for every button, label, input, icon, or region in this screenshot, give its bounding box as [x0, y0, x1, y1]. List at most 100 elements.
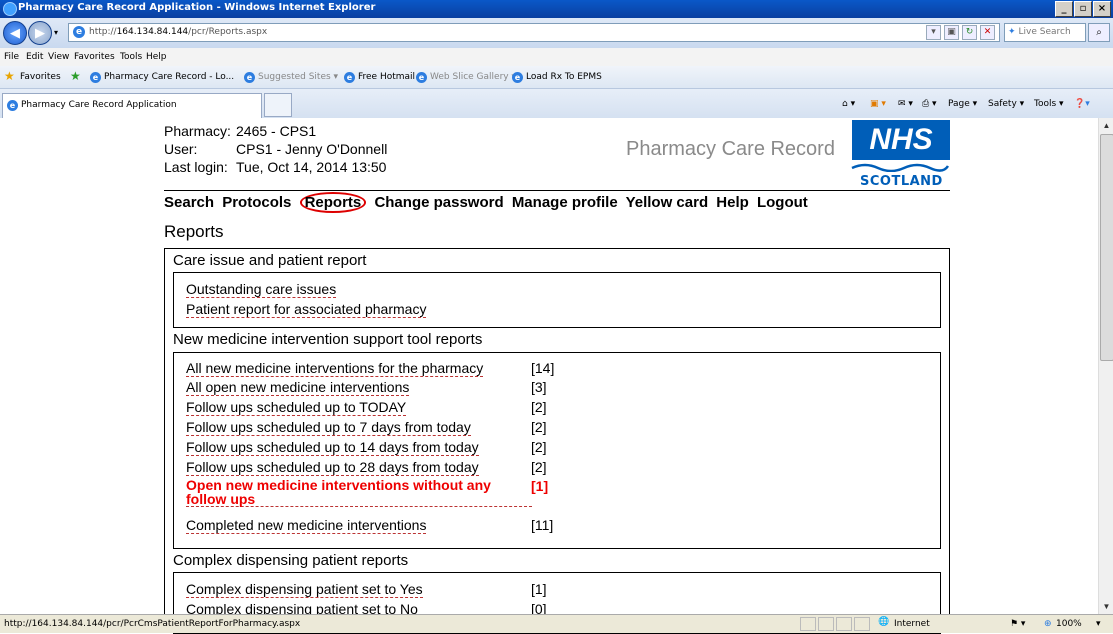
- user-label: User:: [164, 141, 198, 157]
- fav-load-rx[interactable]: e Load Rx To EPMS: [512, 72, 602, 83]
- ie-page-icon: e: [416, 72, 427, 83]
- status-zone: Internet: [894, 619, 930, 629]
- nhs-logo: NHS: [852, 120, 950, 160]
- nav-logout[interactable]: Logout: [757, 194, 808, 211]
- tools-menu[interactable]: Tools ▾: [1034, 99, 1064, 109]
- nav-yellow-card[interactable]: Yellow card: [626, 194, 709, 211]
- count-followups-today: [2]: [531, 399, 547, 415]
- zoom-level[interactable]: 100%: [1056, 619, 1082, 629]
- refresh-icon[interactable]: ↻: [962, 25, 977, 40]
- mail-icon[interactable]: ✉ ▾: [898, 99, 913, 109]
- user-value: CPS1 - Jenny O'Donnell: [236, 141, 388, 157]
- ie-app-icon: [3, 2, 17, 16]
- scroll-thumb[interactable]: [1100, 134, 1113, 361]
- menu-file[interactable]: File: [4, 52, 19, 62]
- last-login-label: Last login:: [164, 159, 228, 175]
- new-tab-button[interactable]: [264, 93, 292, 117]
- print-icon[interactable]: ⎙ ▾: [922, 99, 937, 109]
- pharmacy-label: Pharmacy:: [164, 123, 231, 139]
- link-followups-14-days[interactable]: Follow ups scheduled up to 14 days from …: [186, 439, 479, 456]
- window-title-bar: Pharmacy Care Record Application - Windo…: [0, 0, 1113, 18]
- count-all-nmi-pharmacy: [14]: [531, 360, 555, 376]
- menu-view[interactable]: View: [48, 52, 69, 62]
- search-button[interactable]: ⌕: [1088, 23, 1110, 42]
- back-button[interactable]: ◀: [3, 21, 27, 45]
- link-all-open-nmi[interactable]: All open new medicine interventions: [186, 379, 410, 396]
- nav-protocols[interactable]: Protocols: [222, 194, 291, 211]
- nav-change-password[interactable]: Change password: [374, 194, 503, 211]
- vertical-scrollbar[interactable]: ▲ ▼: [1098, 118, 1113, 614]
- menu-edit[interactable]: Edit: [26, 52, 43, 62]
- forward-button[interactable]: ▶: [28, 21, 52, 45]
- page-title: Reports: [164, 222, 224, 241]
- zoom-dropdown-icon[interactable]: ▾: [1096, 619, 1101, 629]
- count-followups-14-days: [2]: [531, 439, 547, 455]
- safety-menu[interactable]: Safety ▾: [988, 99, 1024, 109]
- nhs-logo-subtitle: SCOTLAND: [860, 174, 943, 189]
- header-divider: [164, 190, 950, 191]
- count-completed-nmi: [11]: [531, 517, 554, 533]
- nav-manage-profile[interactable]: Manage profile: [512, 194, 618, 211]
- address-host: 164.134.84.144: [116, 27, 189, 37]
- link-open-nmi-no-followups-line2: follow ups: [186, 491, 256, 507]
- live-search-input[interactable]: ✦ Live Search: [1004, 23, 1086, 42]
- fav-web-slice-gallery[interactable]: e Web Slice Gallery ▾: [416, 72, 516, 83]
- page-menu[interactable]: Page ▾: [948, 99, 977, 109]
- link-completed-nmi[interactable]: Completed new medicine interventions: [186, 517, 427, 534]
- count-followups-28-days: [2]: [531, 459, 547, 475]
- nhs-wave-icon: [851, 163, 950, 172]
- nav-search[interactable]: Search: [164, 194, 214, 211]
- compatibility-icon[interactable]: ▣: [944, 25, 959, 40]
- internet-zone-icon: 🌐: [878, 617, 890, 627]
- link-complex-yes[interactable]: Complex dispensing patient set to Yes: [186, 581, 423, 598]
- zoom-icon[interactable]: ⊕: [1044, 619, 1052, 629]
- fav-free-hotmail[interactable]: e Free Hotmail: [344, 72, 415, 83]
- protected-mode-icon[interactable]: ⚑ ▾: [1010, 619, 1025, 629]
- feeds-icon[interactable]: ▣ ▾: [870, 99, 886, 109]
- scroll-down-icon[interactable]: ▼: [1099, 599, 1113, 614]
- minimize-button[interactable]: _: [1055, 1, 1073, 17]
- ie-page-icon: e: [7, 100, 18, 111]
- complex-section-title: Complex dispensing patient reports: [173, 552, 409, 569]
- menu-help[interactable]: Help: [146, 52, 167, 62]
- nav-help[interactable]: Help: [716, 194, 749, 211]
- address-toolbar: ◀ ▶ ▾ e http://164.134.84.144/pcr/Reports…: [0, 18, 1113, 48]
- favorites-button[interactable]: Favorites: [20, 72, 61, 82]
- link-all-nmi-pharmacy[interactable]: All new medicine interventions for the p…: [186, 360, 484, 377]
- app-title: Pharmacy Care Record: [626, 138, 835, 160]
- link-followups-28-days[interactable]: Follow ups scheduled up to 28 days from …: [186, 459, 479, 476]
- address-bar[interactable]: e http://164.134.84.144/pcr/Reports.aspx …: [68, 23, 1000, 42]
- favorites-bar: ★ Favorites ★ e Pharmacy Care Record - Lo…: [0, 66, 1113, 89]
- last-login-value: Tue, Oct 14, 2014 13:50: [236, 159, 387, 175]
- address-dropdown-icon[interactable]: ▾: [926, 25, 941, 40]
- nav-reports[interactable]: Reports: [299, 192, 367, 213]
- tab-label: Pharmacy Care Record Application: [21, 100, 177, 110]
- link-open-nmi-no-followups-line1: Open new medicine interventions without …: [186, 477, 491, 493]
- menu-favorites[interactable]: Favorites: [74, 52, 115, 62]
- tab-pharmacy-care-record[interactable]: e Pharmacy Care Record Application: [2, 93, 262, 118]
- help-icon[interactable]: ❓▾: [1074, 99, 1090, 109]
- care-section-title: Care issue and patient report: [173, 252, 367, 269]
- status-segment: [854, 617, 870, 631]
- count-open-nmi-no-followups: [1]: [531, 478, 549, 494]
- stop-icon[interactable]: ✕: [980, 25, 995, 40]
- add-favorite-icon[interactable]: ★: [70, 69, 81, 83]
- scroll-up-icon[interactable]: ▲: [1099, 118, 1113, 133]
- ie-page-icon: e: [73, 26, 85, 38]
- link-followups-7-days[interactable]: Follow ups scheduled up to 7 days from t…: [186, 419, 471, 436]
- link-followups-today[interactable]: Follow ups scheduled up to TODAY: [186, 399, 407, 416]
- ie-page-icon: e: [512, 72, 523, 83]
- fav-suggested-sites[interactable]: e Suggested Sites ▾: [244, 72, 338, 83]
- home-icon[interactable]: ⌂ ▾: [842, 99, 855, 109]
- link-open-nmi-no-followups[interactable]: Open new medicine interventions without …: [186, 478, 532, 507]
- menu-tools[interactable]: Tools: [120, 52, 142, 62]
- main-nav: Search Protocols Reports Change password…: [164, 192, 812, 213]
- link-outstanding-care-issues[interactable]: Outstanding care issues: [186, 281, 337, 298]
- history-dropdown-icon[interactable]: ▾: [54, 28, 58, 37]
- close-button[interactable]: ×: [1093, 1, 1111, 17]
- link-patient-report-associated-pharmacy[interactable]: Patient report for associated pharmacy: [186, 301, 427, 318]
- fav-pcr-login[interactable]: e Pharmacy Care Record - Lo...: [90, 72, 234, 83]
- tab-bar: e Pharmacy Care Record Application ⌂ ▾ ▣…: [0, 89, 1113, 118]
- pharmacy-value: 2465 - CPS1: [236, 123, 317, 139]
- maximize-button[interactable]: ▫: [1074, 1, 1092, 17]
